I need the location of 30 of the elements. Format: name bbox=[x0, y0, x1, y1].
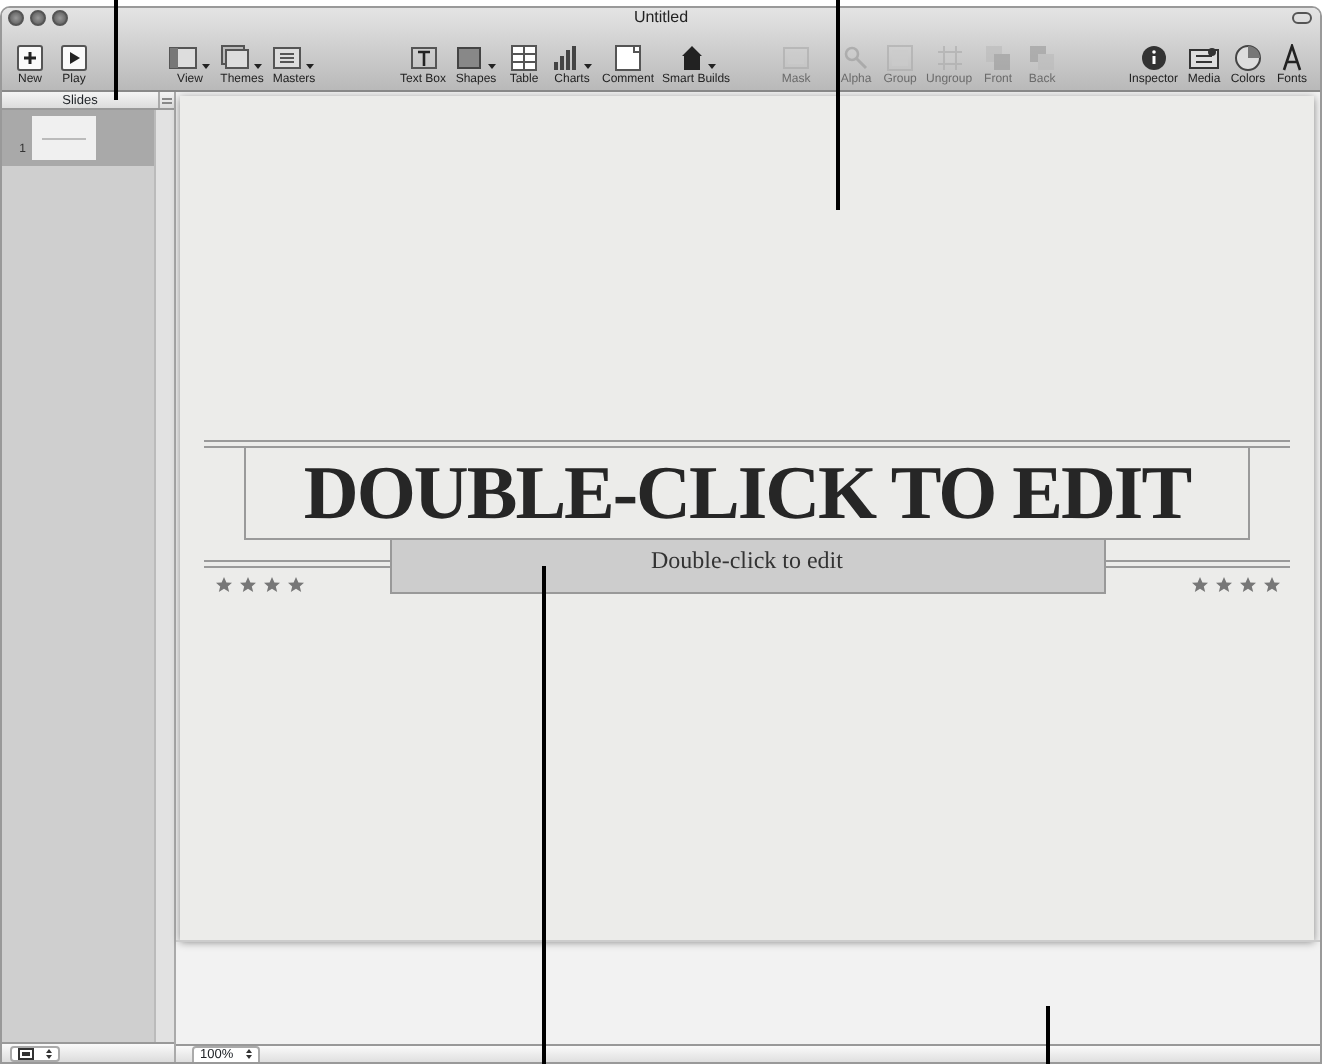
panel-icon bbox=[168, 44, 212, 72]
toolbar-toggle-button[interactable] bbox=[1292, 12, 1312, 24]
minimize-button[interactable] bbox=[30, 10, 46, 26]
slide-subtitle[interactable]: Double-click to edit bbox=[389, 540, 1105, 594]
colorwheel-icon bbox=[1230, 44, 1266, 72]
square-icon bbox=[454, 44, 499, 72]
stepper-icon bbox=[245, 1047, 252, 1059]
close-button[interactable] bbox=[8, 10, 24, 26]
table-icon bbox=[506, 44, 543, 72]
view-popup-button[interactable] bbox=[10, 1045, 60, 1061]
media-icon bbox=[1186, 44, 1222, 72]
slide[interactable]: DOUBLE-CLICK TO EDIT Double-click to edit bbox=[180, 96, 1314, 940]
scrollbar-track[interactable] bbox=[154, 110, 174, 1042]
slide-title: DOUBLE-CLICK TO EDIT bbox=[303, 452, 1191, 536]
plus-icon bbox=[12, 44, 48, 72]
zoom-button[interactable] bbox=[52, 10, 68, 26]
stepper-icon bbox=[46, 1047, 52, 1059]
view-icon bbox=[18, 1047, 34, 1059]
stack-icon bbox=[220, 44, 264, 72]
slide-thumbnail[interactable] bbox=[32, 116, 96, 160]
picture-icon bbox=[778, 44, 815, 72]
group-icon bbox=[882, 44, 919, 72]
note-icon bbox=[610, 44, 647, 72]
leader-line bbox=[114, 0, 117, 100]
grid-icon bbox=[272, 44, 316, 72]
window-title: Untitled bbox=[633, 8, 689, 28]
bars-icon bbox=[550, 44, 595, 72]
textbox-icon bbox=[405, 44, 441, 72]
play-icon bbox=[56, 44, 92, 72]
leader-line bbox=[1046, 1006, 1049, 1064]
